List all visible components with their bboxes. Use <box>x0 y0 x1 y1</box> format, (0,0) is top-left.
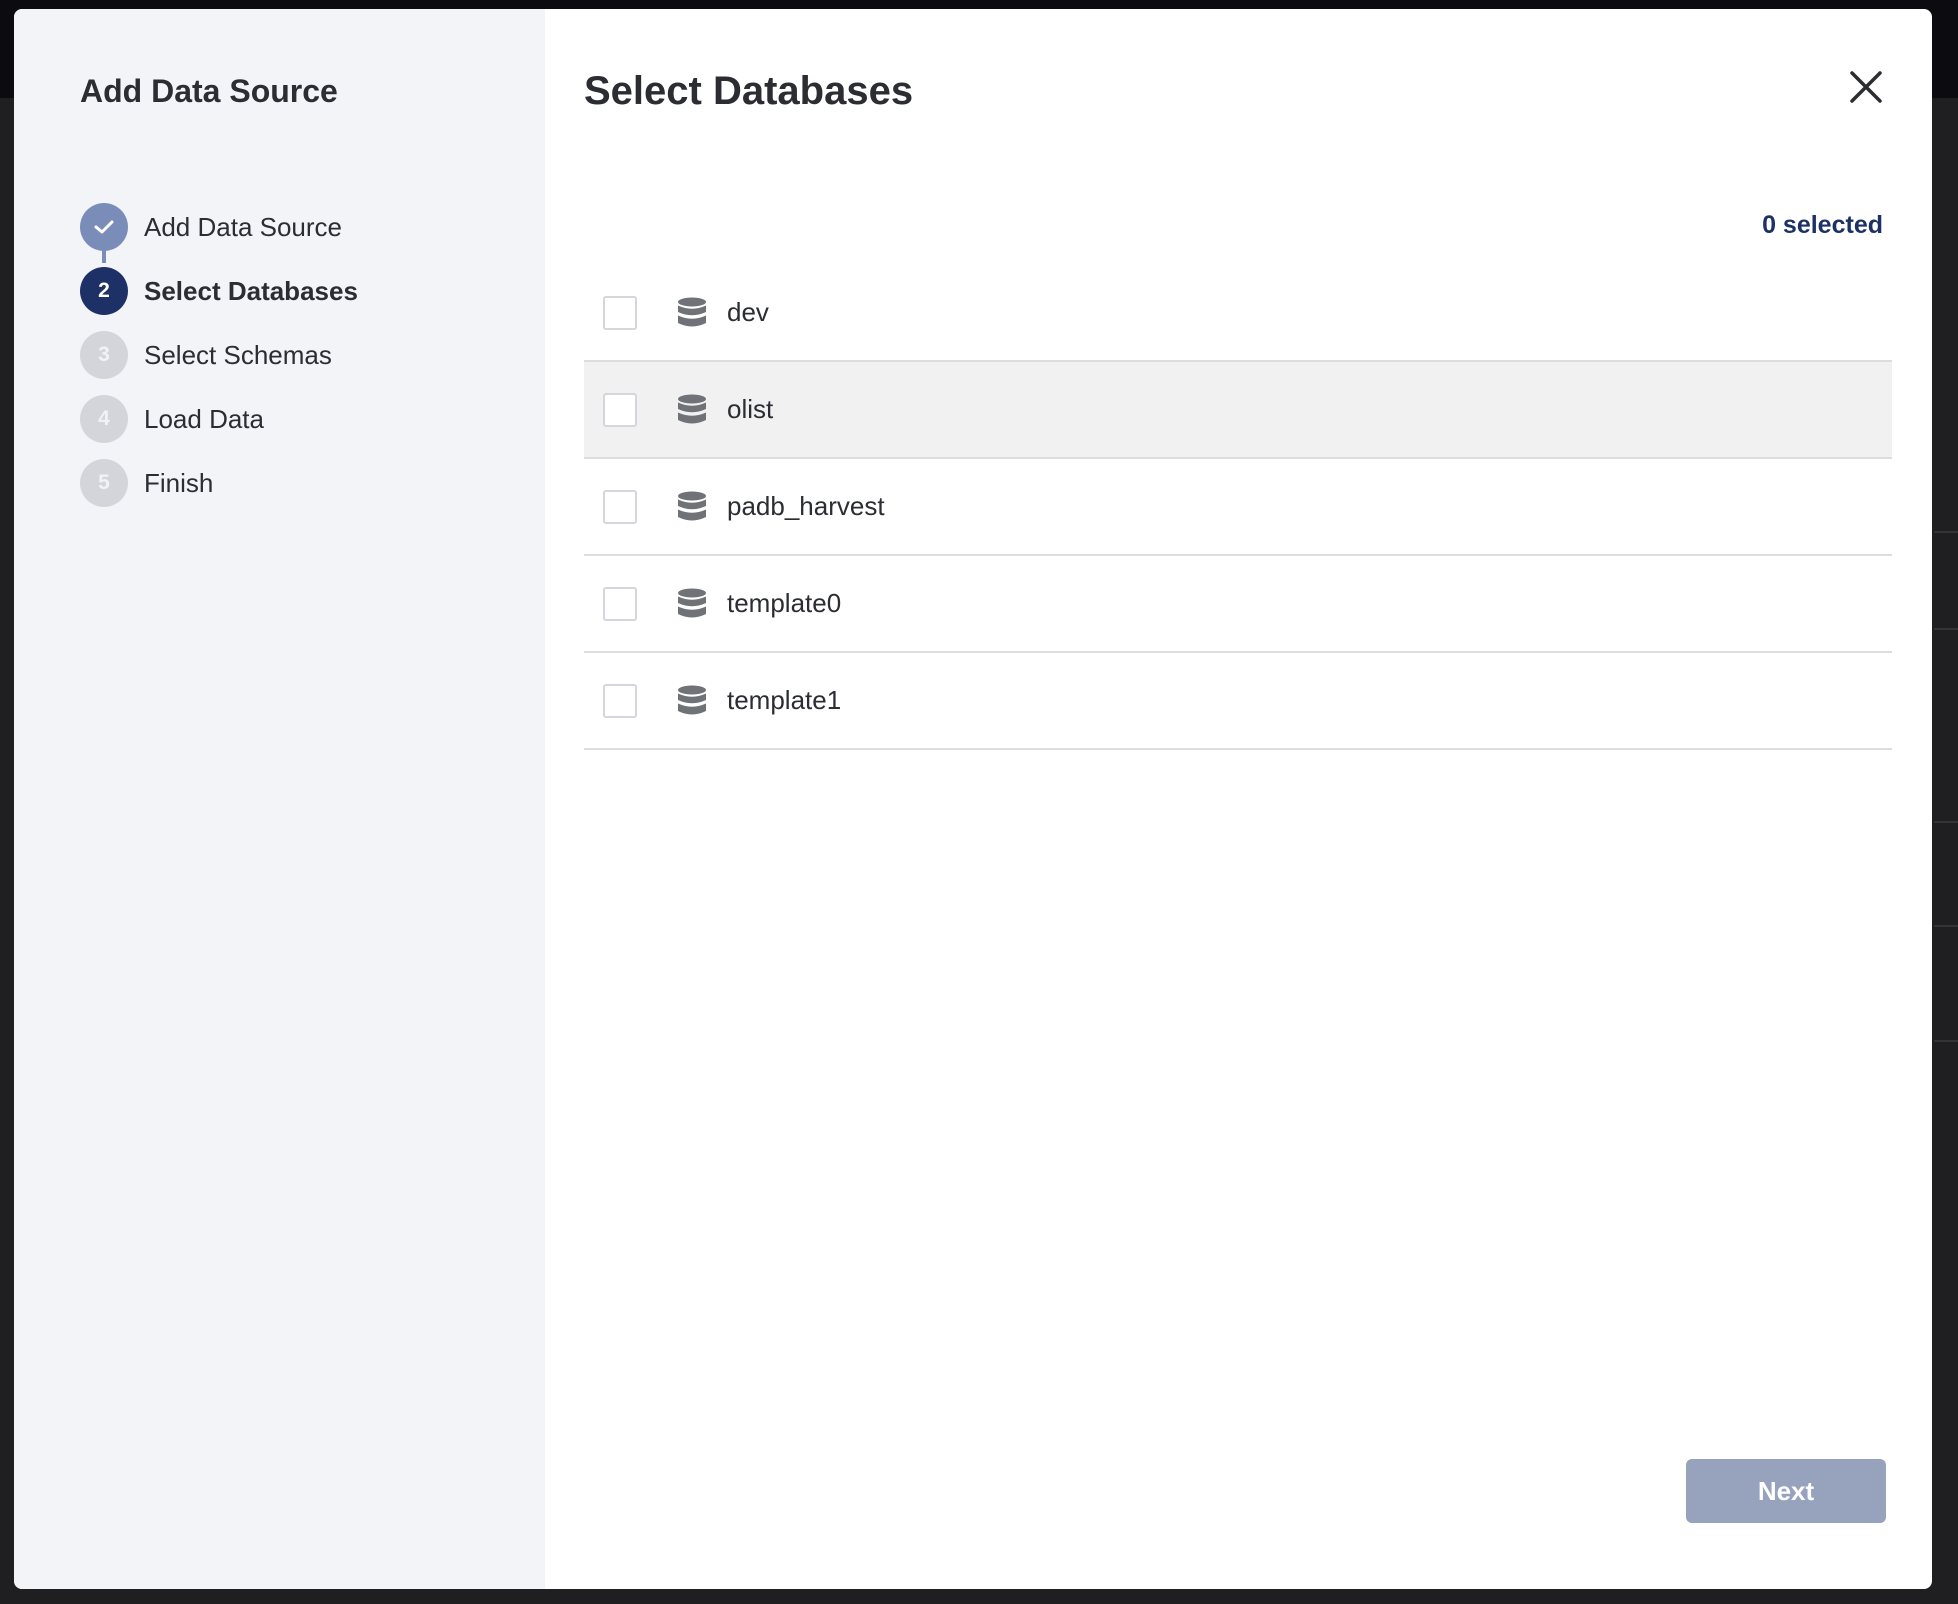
wizard-steps: Add Data Source 2 Select Databases 3 Sel… <box>80 195 358 515</box>
step-label: Finish <box>144 467 214 498</box>
step-label: Load Data <box>144 403 264 434</box>
database-checkbox[interactable] <box>603 392 637 427</box>
database-icon <box>678 491 706 520</box>
database-checkbox[interactable] <box>603 295 637 330</box>
page-title: Select Databases <box>584 69 914 113</box>
step-number-badge: 2 <box>80 267 128 315</box>
selected-count: 0 selected <box>1762 211 1883 239</box>
database-name: padb_harvest <box>727 491 885 521</box>
step-label: Select Schemas <box>144 339 332 370</box>
backdrop-divider <box>1934 531 1958 533</box>
wizard-main-panel: Select Databases 0 selected dev olist pa… <box>545 9 1932 1589</box>
database-icon <box>678 394 706 423</box>
step-number-badge: 3 <box>80 331 128 379</box>
backdrop-divider <box>1934 925 1958 927</box>
database-row[interactable]: padb_harvest <box>584 459 1892 556</box>
database-checkbox[interactable] <box>603 489 637 524</box>
database-list: dev olist padb_harvest template0 templat… <box>584 265 1892 750</box>
backdrop-divider <box>1934 628 1958 630</box>
step-label: Add Data Source <box>144 211 343 242</box>
step-finish: 5 Finish <box>80 451 358 515</box>
database-checkbox[interactable] <box>603 683 637 718</box>
check-icon <box>94 220 114 234</box>
step-number-badge: 4 <box>80 395 128 443</box>
database-icon <box>678 685 706 714</box>
database-row[interactable]: template0 <box>584 556 1892 653</box>
close-button[interactable] <box>1844 65 1888 109</box>
step-label: Select Databases <box>144 275 358 306</box>
step-done-indicator <box>80 203 128 251</box>
database-row[interactable]: dev <box>584 265 1892 362</box>
close-icon <box>1850 71 1882 103</box>
next-button[interactable]: Next <box>1686 1459 1886 1523</box>
database-row[interactable]: olist <box>584 362 1892 459</box>
database-name: dev <box>727 297 769 327</box>
database-name: olist <box>727 394 774 424</box>
database-checkbox[interactable] <box>603 586 637 621</box>
step-add-data-source: Add Data Source <box>80 195 358 263</box>
backdrop-divider <box>1934 821 1958 823</box>
database-icon <box>678 297 706 326</box>
add-data-source-modal: Add Data Source Add Data Source 2 Select… <box>14 9 1932 1589</box>
step-select-schemas: 3 Select Schemas <box>80 323 358 387</box>
database-name: template1 <box>727 685 842 715</box>
step-number-badge: 5 <box>80 459 128 507</box>
sidebar-title: Add Data Source <box>80 73 338 109</box>
wizard-sidebar: Add Data Source Add Data Source 2 Select… <box>14 9 545 1589</box>
backdrop-divider <box>1934 1040 1958 1042</box>
step-select-databases: 2 Select Databases <box>80 259 358 323</box>
database-icon <box>678 588 706 617</box>
database-name: template0 <box>727 588 842 618</box>
database-row[interactable]: template1 <box>584 653 1892 750</box>
step-load-data: 4 Load Data <box>80 387 358 451</box>
